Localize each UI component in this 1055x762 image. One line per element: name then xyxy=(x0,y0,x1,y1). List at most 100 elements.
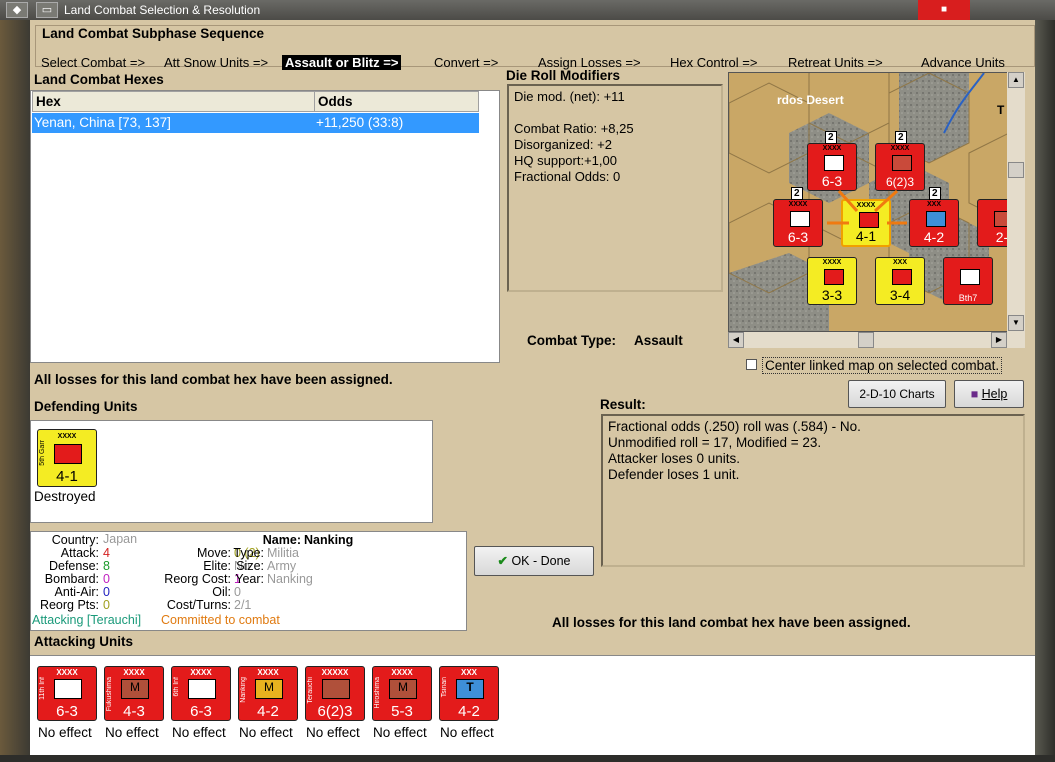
counter-size: XXXX xyxy=(822,259,842,266)
combat-type-value: Assault xyxy=(634,333,683,348)
column-odds[interactable]: Odds xyxy=(314,91,479,112)
counter-value: 6-3 xyxy=(821,173,843,189)
attacking-unit-counter[interactable]: XXX Tsinan T 4-2 xyxy=(439,666,499,721)
charts-button[interactable]: 2-D-10 Charts xyxy=(848,380,946,408)
counter-unit-name: Tsinan xyxy=(441,677,448,698)
losses-message-right: All losses for this land combat hex have… xyxy=(552,615,911,630)
scroll-down-icon[interactable]: ▼ xyxy=(1008,315,1024,331)
map-counter-selected[interactable]: XXXX 4-1 xyxy=(841,199,891,247)
counter-size: XXXX xyxy=(822,145,842,152)
stack-badge: 2 xyxy=(791,187,803,200)
counter-value: Bth7 xyxy=(958,293,978,303)
counter-value: 6-3 xyxy=(56,703,78,720)
counter-size: XXXXX xyxy=(321,668,349,677)
subphase-sequence: Land Combat Subphase Sequence Select Com… xyxy=(35,25,1035,70)
drm-panel: Die mod. (net): +11 Combat Ratio: +8,25 … xyxy=(507,84,723,292)
defending-unit-counter[interactable]: XXXX 5th Garr 4-1 xyxy=(37,429,97,487)
counter-value: 4-2 xyxy=(923,229,945,245)
attacking-unit-counter[interactable]: XXXXX Terauchi 6(2)3 xyxy=(305,666,365,721)
counter-value: 4-2 xyxy=(458,703,480,720)
militia-symbol-icon: M xyxy=(389,679,417,699)
country-value: Japan xyxy=(103,532,138,546)
counter-value: 4-2 xyxy=(257,703,279,720)
step-select-combat: Select Combat => xyxy=(41,55,146,70)
map-region-label: rdos Desert xyxy=(777,93,844,107)
attacking-unit-effect: No effect xyxy=(373,725,427,740)
combat-map[interactable]: rdos Desert T XXXX 6-3 XXXX 6(2)3 XXXX 6-3 … xyxy=(728,72,1025,332)
counter-unit-name: 5th Garr xyxy=(39,440,46,466)
counter-mark: M xyxy=(398,680,408,694)
map-vertical-scrollbar[interactable]: ▲ ▼ xyxy=(1007,72,1025,332)
scroll-left-icon[interactable]: ◀ xyxy=(728,332,744,348)
counter-symbol xyxy=(790,211,810,227)
hex-row-selected[interactable]: Yenan, China [73, 137] +11,250 (33:8) xyxy=(32,113,479,133)
militia-symbol-icon: M xyxy=(121,679,149,699)
attacking-unit-counter[interactable]: XXXX 6th Inf 6-3 xyxy=(171,666,231,721)
attacking-unit-counter[interactable]: XXXX 11th Inf 6-3 xyxy=(37,666,97,721)
subphase-header: Land Combat Subphase Sequence xyxy=(42,26,265,41)
hex-odds: +11,250 (33:8) xyxy=(316,115,404,130)
counter-size: XXX xyxy=(460,668,477,677)
counter-size: XXXX xyxy=(391,668,413,677)
reorgpts-value: 0 xyxy=(103,598,110,612)
map-counter[interactable]: XXXX 6-3 xyxy=(773,199,823,247)
attacking-unit-effect: No effect xyxy=(306,725,360,740)
center-map-checkbox[interactable] xyxy=(746,359,757,370)
left-frame-strip xyxy=(0,20,30,762)
plane-icon xyxy=(960,269,980,285)
scroll-up-icon[interactable]: ▲ xyxy=(1008,72,1024,88)
losses-message: All losses for this land combat hex have… xyxy=(34,372,393,387)
map-counter[interactable]: XXXX 6-3 xyxy=(807,143,857,191)
close-button[interactable]: ■ xyxy=(918,0,970,20)
counter-size: XXXX xyxy=(123,668,145,677)
counter-value: 4-1 xyxy=(855,228,877,244)
defending-units-panel: XXXX 5th Garr 4-1 Destroyed xyxy=(30,420,433,523)
defending-header: Defending Units xyxy=(34,399,138,414)
attacking-unit-counter[interactable]: XXXX Fukushima M 4-3 xyxy=(104,666,164,721)
counter-size: XXXX xyxy=(257,668,279,677)
counter-value: 6(2)3 xyxy=(317,703,353,720)
counter-size: XXX xyxy=(892,259,907,266)
center-map-label[interactable]: Center linked map on selected combat. xyxy=(762,357,1003,374)
map-counter[interactable]: XXX 3-4 xyxy=(875,257,925,305)
counter-value: 4-3 xyxy=(123,703,145,720)
attacking-unit-effect: No effect xyxy=(105,725,159,740)
column-hex[interactable]: Hex xyxy=(32,91,315,112)
restore-icon[interactable]: ▭ xyxy=(36,2,58,18)
attacking-header: Attacking Units xyxy=(34,634,134,649)
counter-symbol xyxy=(926,211,946,227)
help-button-label: Help xyxy=(981,387,1008,401)
hex-location: Yenan, China [73, 137] xyxy=(34,115,171,130)
combat-hex-list: Hex Odds Yenan, China [73, 137] +11,250 … xyxy=(30,90,500,363)
map-counter[interactable]: Bth7 xyxy=(943,257,993,305)
ok-done-button[interactable]: ✔ OK - Done xyxy=(474,546,594,576)
counter-symbol xyxy=(892,155,912,171)
territorial-symbol-icon: T xyxy=(456,679,484,699)
map-region-label-2: T xyxy=(997,103,1005,117)
name-value: Nanking xyxy=(304,533,354,547)
attacking-unit-counter[interactable]: XXXX Nanking M 4-2 xyxy=(238,666,298,721)
map-counter[interactable]: XXXX 6(2)3 xyxy=(875,143,925,191)
system-menu-icon[interactable]: ◆ xyxy=(6,2,28,18)
right-frame-strip xyxy=(1035,20,1055,762)
attacking-unit-counter[interactable]: XXXX Hiroshima M 5-3 xyxy=(372,666,432,721)
result-line: Attacker loses 0 units. xyxy=(608,451,741,466)
counter-value: 5-3 xyxy=(391,703,413,720)
step-assault-blitz: Assault or Blitz => xyxy=(282,55,402,70)
attacking-unit-effect: No effect xyxy=(38,725,92,740)
counter-value: 6-3 xyxy=(787,229,809,245)
scroll-right-icon[interactable]: ▶ xyxy=(991,332,1007,348)
map-counter[interactable]: XXXX 3-3 xyxy=(807,257,857,305)
map-horizontal-scrollbar[interactable]: ◀ ▶ xyxy=(728,332,1025,348)
map-counter[interactable]: XXX 4-2 xyxy=(909,199,959,247)
counter-size: XXXX xyxy=(56,668,78,677)
drm-line: Disorganized: +2 xyxy=(514,137,612,152)
costturns-label: Cost/Turns: xyxy=(166,598,231,612)
help-button[interactable]: ■ Help xyxy=(954,380,1024,408)
militia-symbol-icon xyxy=(54,444,82,464)
result-header: Result: xyxy=(600,397,646,412)
stack-badge: 2 xyxy=(895,131,907,144)
scroll-thumb[interactable] xyxy=(1008,162,1024,178)
scroll-thumb[interactable] xyxy=(858,332,874,348)
counter-unit-name: 11th Inf xyxy=(39,677,46,700)
